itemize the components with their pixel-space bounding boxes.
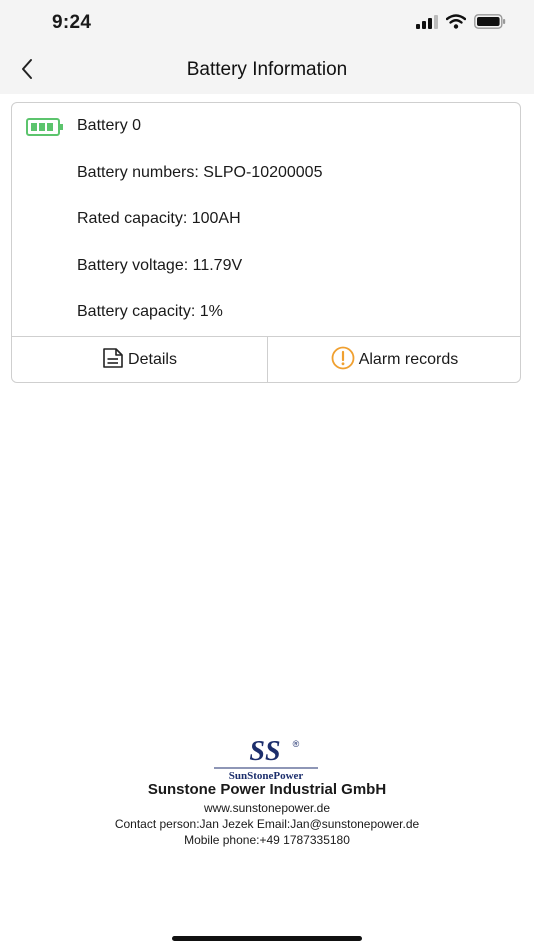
- battery-voltage: Battery voltage: 11.79V: [77, 257, 243, 274]
- company-logo: SS ® SunStonePower: [210, 735, 325, 783]
- status-time: 9:24: [52, 12, 92, 33]
- battery-capacity: Battery capacity: 1%: [77, 303, 223, 320]
- home-indicator: [172, 936, 362, 941]
- website-text: www.sunstonepower.de: [203, 801, 331, 815]
- warning-circle-icon: [331, 346, 355, 375]
- battery-numbers: Battery numbers: SLPO-10200005: [77, 164, 323, 181]
- company-name: Sunstone Power Industrial GmbH: [147, 781, 387, 798]
- document-icon: [102, 347, 124, 374]
- battery-card: Battery 0 Battery numbers: SLPO-10200005…: [11, 102, 521, 383]
- battery-status-icon: [474, 14, 506, 34]
- svg-text:SS: SS: [249, 736, 280, 767]
- alarm-records-label: Alarm records: [358, 351, 459, 368]
- status-bar: 9:24: [0, 0, 534, 48]
- battery-icon: [26, 117, 64, 142]
- mobile-text: Mobile phone:+49 1787335180: [184, 833, 350, 847]
- page-title: Battery Information: [186, 59, 348, 80]
- details-label: Details: [128, 351, 177, 368]
- alarm-records-button[interactable]: Alarm records: [268, 337, 521, 383]
- rated-capacity: Rated capacity: 100AH: [77, 210, 241, 227]
- wifi-icon: [445, 14, 467, 34]
- signal-icon: [416, 14, 438, 34]
- svg-text:®: ®: [293, 739, 300, 749]
- details-button[interactable]: Details: [12, 337, 267, 383]
- battery-name: Battery 0: [77, 117, 142, 134]
- contact-text: Contact person:Jan Jezek Email:Jan@sunst…: [114, 817, 420, 831]
- status-icons: [416, 14, 506, 34]
- nav-bar: Battery Information: [0, 48, 534, 94]
